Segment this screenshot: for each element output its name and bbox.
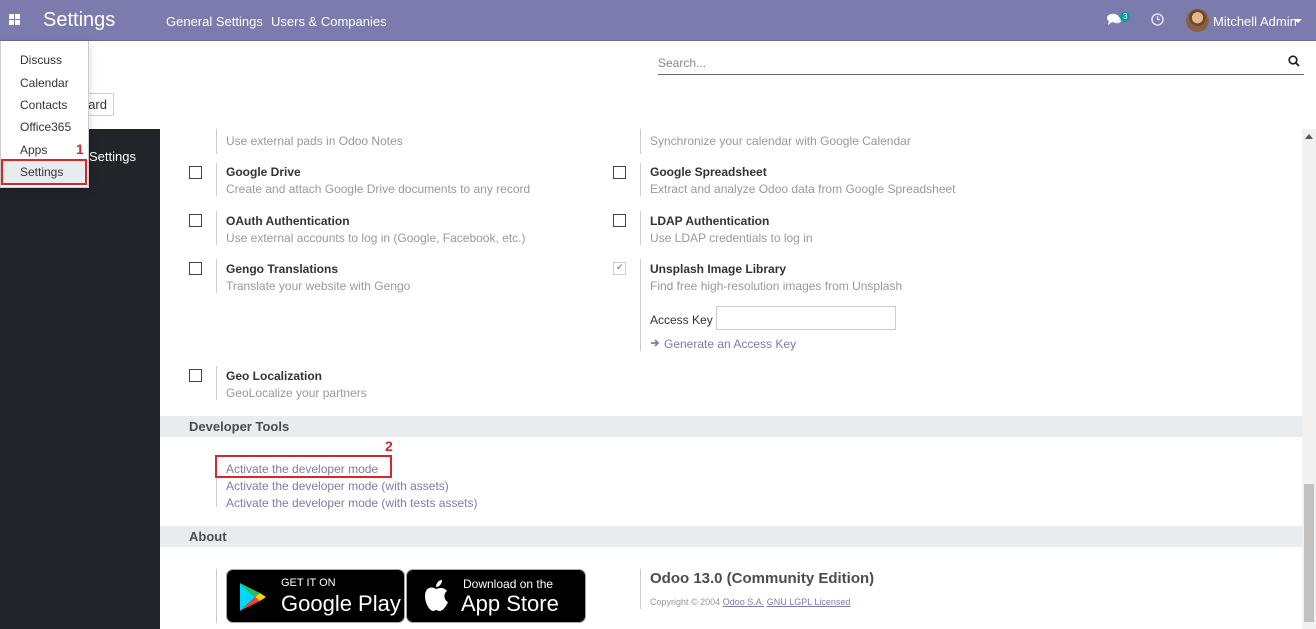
dropdown-item-contacts[interactable]: Contacts <box>20 98 67 112</box>
google-play-badge[interactable]: GET IT ON Google Play <box>226 569 405 623</box>
activate-developer-mode-tests-link[interactable]: Activate the developer mode (with tests … <box>226 496 477 510</box>
divider <box>640 129 641 154</box>
setting-desc: Find free high-resolution images from Un… <box>650 279 903 293</box>
developer-tools-header: Developer Tools <box>160 416 1302 437</box>
divider <box>216 366 217 400</box>
sidebar-item-general-settings[interactable]: Settings <box>89 149 136 164</box>
app-store-small-text: Download on the <box>463 577 554 591</box>
divider <box>216 163 217 196</box>
user-name[interactable]: Mitchell Admin <box>1213 14 1297 29</box>
setting-title: OAuth Authentication <box>226 214 350 228</box>
chevron-down-icon[interactable] <box>1294 19 1302 23</box>
setting-desc: Use external pads in Odoo Notes <box>226 134 403 148</box>
ldap-checkbox[interactable] <box>613 214 626 227</box>
apps-icon[interactable] <box>9 14 21 26</box>
dropdown-item-discuss[interactable]: Discuss <box>20 53 62 67</box>
app-store-big-text: App Store <box>461 591 559 616</box>
search-icon[interactable] <box>1288 55 1300 67</box>
dropdown-item-apps[interactable]: Apps <box>20 143 47 157</box>
odoo-sa-link[interactable]: Odoo S.A. <box>723 597 765 607</box>
gengo-checkbox[interactable] <box>189 262 202 275</box>
checkmark-icon: ✔ <box>616 262 624 272</box>
unsplash-checkbox[interactable]: ✔ <box>613 262 626 275</box>
setting-desc: Synchronize your calendar with Google Ca… <box>650 134 911 148</box>
dashboard-button-label: ard <box>88 97 107 112</box>
clock-icon[interactable] <box>1151 13 1164 26</box>
search-placeholder: Search... <box>658 56 707 70</box>
access-key-label: Access Key <box>650 313 713 327</box>
highlight-box <box>1 159 87 185</box>
divider <box>640 569 641 609</box>
avatar[interactable] <box>1186 9 1209 32</box>
about-header: About <box>160 526 1302 547</box>
setting-title: Gengo Translations <box>226 262 339 276</box>
section-title: About <box>189 529 227 544</box>
activate-developer-mode-assets-link[interactable]: Activate the developer mode (with assets… <box>226 479 449 493</box>
settings-content: Use external pads in Odoo Notes Synchron… <box>160 129 1302 629</box>
scroll-thumb[interactable] <box>1304 484 1314 622</box>
setting-desc: Extract and analyze Odoo data from Googl… <box>650 182 956 196</box>
setting-desc: Translate your website with Gengo <box>226 279 411 293</box>
divider <box>640 163 641 196</box>
google-drive-checkbox[interactable] <box>189 166 202 179</box>
divider <box>216 259 217 293</box>
settings-sidebar: Settings <box>0 129 160 629</box>
divider <box>216 211 217 245</box>
setting-title: Unsplash Image Library <box>650 262 787 276</box>
odoo-edition: Odoo 13.0 (Community Edition) <box>650 570 875 587</box>
setting-desc: Use LDAP credentials to log in <box>650 231 813 245</box>
divider <box>640 211 641 245</box>
step-2-label: 2 <box>385 438 393 454</box>
divider <box>640 259 641 351</box>
top-navbar: Settings General Settings Users & Compan… <box>0 0 1316 41</box>
dropdown-item-calendar[interactable]: Calendar <box>20 76 69 90</box>
setting-title: Geo Localization <box>226 369 323 383</box>
chat-badge: 3 <box>1120 12 1131 22</box>
arrow-right-icon <box>651 339 660 347</box>
copyright: Copyright © 2004 Odoo S.A. GNU LGPL Lice… <box>650 597 850 607</box>
setting-title: Google Drive <box>226 165 301 179</box>
google-play-small-text: GET IT ON <box>281 577 336 589</box>
setting-title: LDAP Authentication <box>650 214 770 228</box>
scrollbar[interactable] <box>1302 129 1316 629</box>
menu-users-companies[interactable]: Users & Companies <box>271 14 387 29</box>
scroll-up-icon[interactable] <box>1305 134 1313 139</box>
setting-desc: Use external accounts to log in (Google,… <box>226 231 526 245</box>
setting-title: Google Spreadsheet <box>650 165 767 179</box>
divider <box>216 129 217 154</box>
copyright-text: Copyright © 2004 <box>650 597 721 607</box>
search-input[interactable]: Search... <box>658 50 1304 75</box>
google-play-big-text: Google Play <box>281 591 401 616</box>
google-play-icon <box>240 583 266 611</box>
section-title: Developer Tools <box>189 419 290 434</box>
dropdown-item-office365[interactable]: Office365 <box>20 120 71 134</box>
divider <box>216 569 217 623</box>
setting-desc: GeoLocalize your partners <box>226 386 367 400</box>
generate-access-key-link[interactable]: Generate an Access Key <box>664 337 796 351</box>
apple-icon <box>425 580 448 611</box>
step-1-label: 1 <box>76 141 84 157</box>
activate-developer-mode-link[interactable]: Activate the developer mode <box>226 462 378 476</box>
oauth-checkbox[interactable] <box>189 214 202 227</box>
geo-localization-checkbox[interactable] <box>189 369 202 382</box>
setting-desc: Create and attach Google Drive documents… <box>226 182 531 196</box>
access-key-input[interactable] <box>716 306 896 330</box>
app-store-badge[interactable]: Download on the App Store <box>406 569 586 623</box>
app-title: Settings <box>43 9 116 31</box>
menu-general-settings[interactable]: General Settings <box>166 14 263 29</box>
license-link[interactable]: GNU LGPL Licensed <box>767 597 851 607</box>
google-spreadsheet-checkbox[interactable] <box>613 166 626 179</box>
